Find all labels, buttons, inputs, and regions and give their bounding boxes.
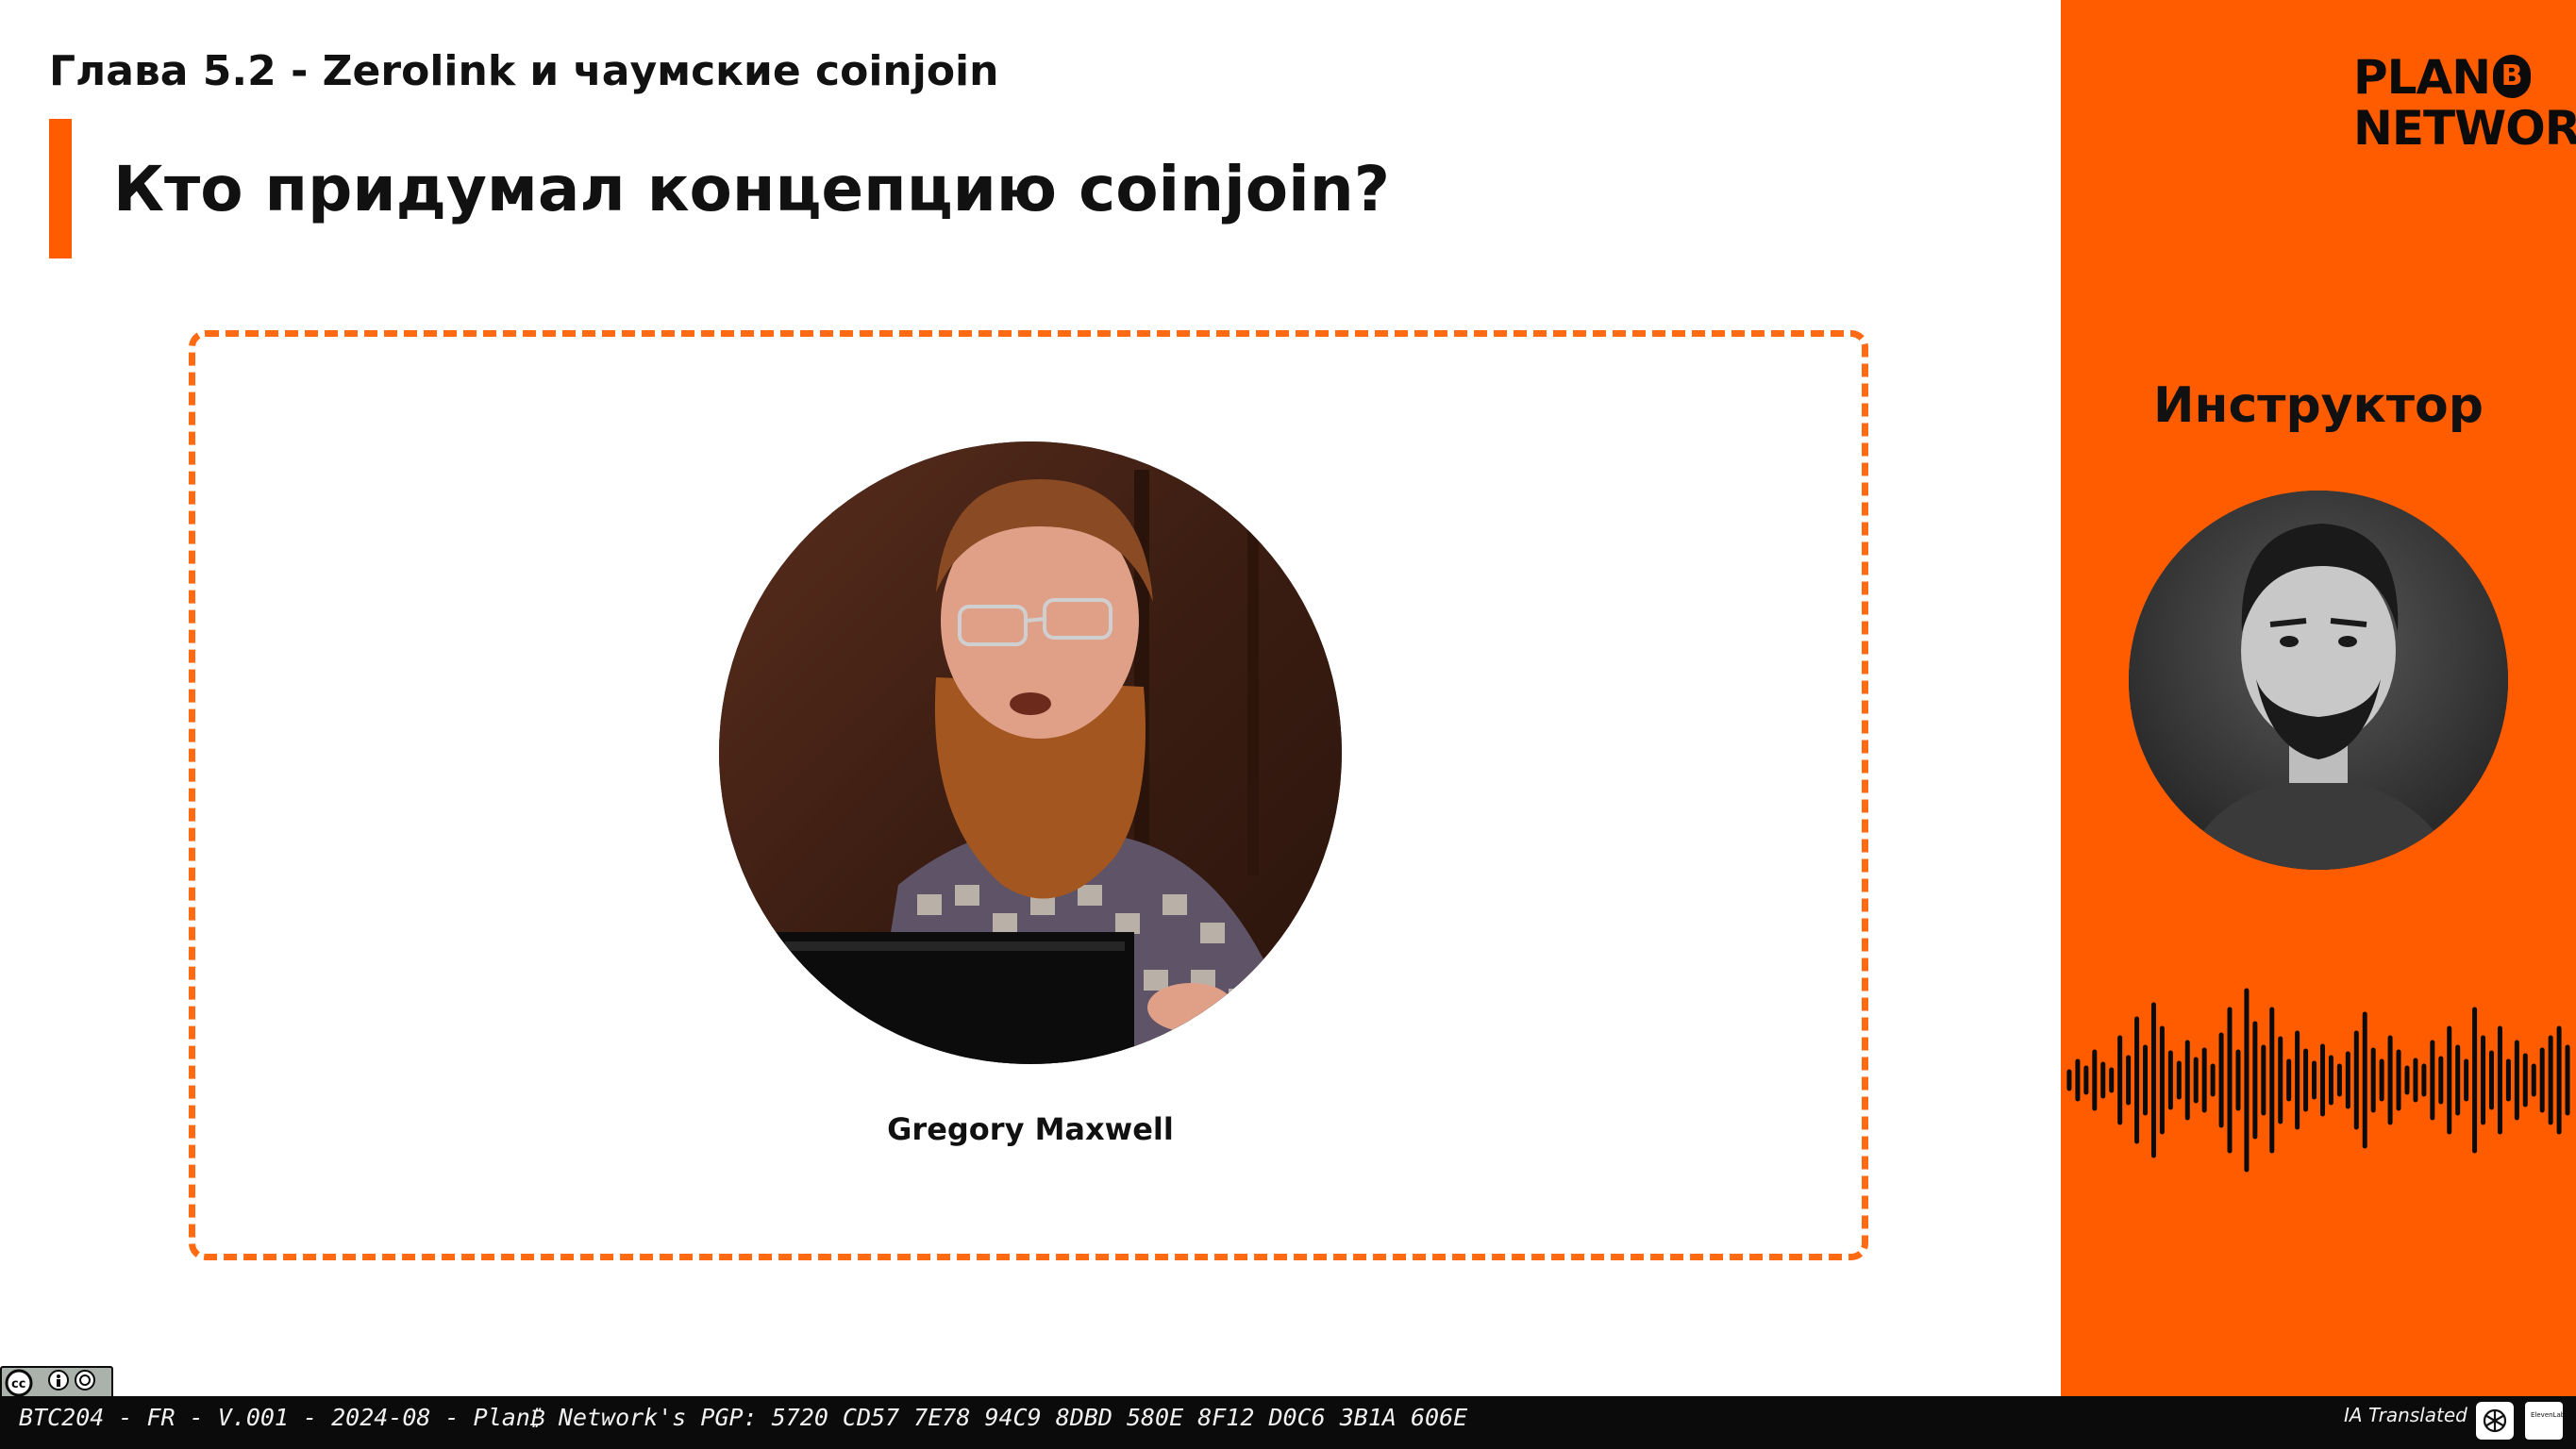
logo-bitcoin-b: B [2493, 55, 2531, 98]
svg-text:cc: cc [11, 1377, 25, 1391]
planb-network-logo: PLAN B NETWORK [2353, 50, 2576, 157]
audio-waveform [2066, 988, 2570, 1173]
ia-translated-label: IA Translated [2344, 1404, 2467, 1426]
chapter-heading: Глава 5.2 - Zerolink и чаумские coinjoin [49, 47, 999, 95]
instructor-photo [2129, 491, 2508, 870]
title-accent-bar [49, 119, 72, 258]
footer-pgp-text: BTC204 - FR - V.001 - 2024-08 - Plan₿ Ne… [19, 1404, 1468, 1431]
photo-caption: Gregory Maxwell [887, 1111, 1174, 1147]
cc-license-badge: cc [0, 1366, 113, 1400]
slide-title: Кто придумал концепцию coinjoin? [113, 153, 1390, 225]
logo-line-network: NETWORK [2353, 101, 2576, 156]
instructor-label: Инструктор [2153, 377, 2484, 434]
logo-line-plan: PLAN [2353, 50, 2491, 105]
elevenlabs-icon: ElevenLabs [2525, 1402, 2568, 1440]
gregory-maxwell-photo [719, 441, 1342, 1064]
openai-icon [2476, 1402, 2514, 1440]
